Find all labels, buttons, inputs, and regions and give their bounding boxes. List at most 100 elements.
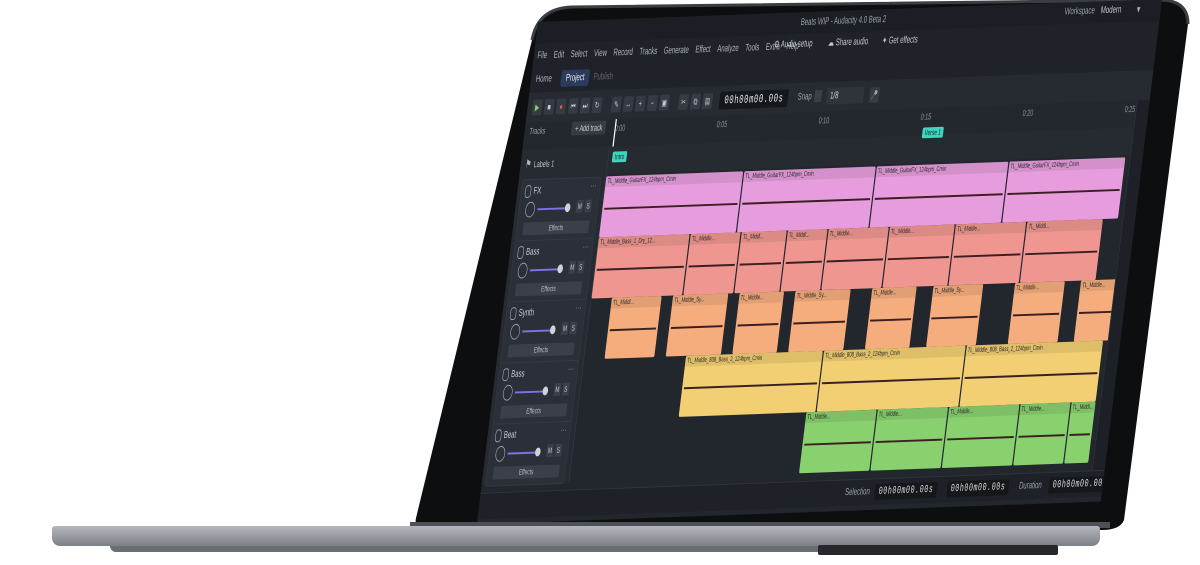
clip-title[interactable]: TL_Middl...: [740, 230, 787, 244]
audio-clip[interactable]: TL_Middle_GuitarFX_124bpm_Cmin: [869, 161, 1009, 228]
more-options-icon[interactable]: ···: [560, 425, 567, 436]
loop-icon[interactable]: ↻: [591, 97, 603, 114]
record-icon[interactable]: ●: [555, 98, 567, 115]
skip-forward-icon[interactable]: ⏭: [579, 97, 591, 114]
draw-tool-icon[interactable]: ✎: [610, 96, 623, 113]
mute-button[interactable]: M: [575, 199, 584, 213]
skip-back-icon[interactable]: ⏮: [567, 97, 579, 115]
audio-clip[interactable]: TL_Middle_Sy...: [665, 293, 729, 357]
share-audio-button[interactable]: ☁ Share audio: [827, 36, 868, 48]
solo-button[interactable]: S: [561, 382, 570, 396]
track-header-bass[interactable]: Bass ··· M S Effects: [492, 359, 580, 426]
label-marker[interactable]: Verse 1: [921, 126, 945, 139]
get-effects-button[interactable]: ✦ Get effects: [881, 35, 918, 47]
clip-title[interactable]: TL_Middle...: [954, 221, 1027, 236]
audio-clip[interactable]: TL_Middle_808_Bass_2_124bpm_Cmin: [959, 340, 1104, 407]
audio-clip[interactable]: TL_Middle_808_Bass_2_124bpm_Cmin: [678, 350, 823, 417]
label-marker[interactable]: Intro: [611, 151, 628, 163]
clip-title[interactable]: TL_Middle...: [870, 286, 917, 300]
audio-clip[interactable]: TL_Middle...: [1012, 402, 1071, 466]
pan-knob[interactable]: [494, 445, 507, 462]
volume-slider[interactable]: [537, 207, 568, 211]
more-options-icon[interactable]: ···: [575, 303, 582, 314]
audio-clip[interactable]: TL_Middle...: [948, 221, 1027, 286]
menu-item-view[interactable]: View: [593, 48, 607, 59]
clip-title[interactable]: TL_Middle...: [876, 407, 948, 421]
cut-icon[interactable]: ✂: [677, 93, 690, 111]
mute-button[interactable]: M: [568, 260, 577, 274]
clip-title[interactable]: TL_Middle_Bass_1_Dry_12...: [597, 234, 690, 249]
pan-knob[interactable]: [502, 384, 514, 401]
audio-clip[interactable]: TL_Middle_Sy...: [925, 284, 984, 348]
more-options-icon[interactable]: ···: [567, 364, 574, 375]
audio-clip[interactable]: TL_Middle...: [1007, 281, 1065, 345]
clip-title[interactable]: TL_Middl...: [1026, 218, 1103, 233]
clip-title[interactable]: TL_Middle...: [1013, 281, 1065, 294]
more-options-icon[interactable]: ···: [590, 181, 597, 192]
main-timecode[interactable]: 00h00m00.00s: [718, 89, 790, 110]
snap-select[interactable]: 1/8: [825, 86, 865, 105]
track-header-beat[interactable]: Beat ··· M S Effects: [484, 420, 572, 487]
audio-clip[interactable]: TL_Middl...: [1019, 218, 1103, 283]
solo-button[interactable]: S: [554, 443, 563, 457]
zoom-out-icon[interactable]: −: [646, 95, 659, 112]
zoom-fit-icon[interactable]: ▣: [658, 94, 671, 111]
solo-button[interactable]: S: [569, 321, 578, 335]
selection-start[interactable]: 00h00m00.00s: [874, 481, 938, 500]
volume-slider-thumb[interactable]: [534, 447, 542, 457]
add-track-button[interactable]: + Add track: [570, 120, 607, 136]
clip-title[interactable]: TL_Middle...: [827, 226, 889, 240]
audio-clip[interactable]: TL_Middle_Sy...: [788, 289, 851, 353]
mute-button[interactable]: M: [560, 321, 569, 335]
audio-clip[interactable]: TL_Middle...: [864, 286, 917, 350]
chevron-down-icon[interactable]: ▾: [1136, 3, 1141, 16]
menu-item-tracks[interactable]: Tracks: [639, 46, 658, 57]
clip-title[interactable]: TL_Middle...: [947, 404, 1020, 418]
mute-button[interactable]: M: [553, 382, 562, 397]
volume-slider-thumb[interactable]: [542, 386, 549, 396]
volume-slider[interactable]: [522, 329, 553, 333]
microphone-icon[interactable]: 🎤: [868, 86, 881, 104]
track-header-fx[interactable]: FX ··· M S Effects: [514, 176, 602, 243]
tab-project[interactable]: Project: [559, 69, 591, 87]
stop-icon[interactable]: ■: [543, 98, 555, 115]
solo-button[interactable]: S: [584, 199, 593, 213]
volume-slider-thumb[interactable]: [564, 203, 571, 213]
effects-button[interactable]: Effects: [507, 342, 575, 358]
more-options-icon[interactable]: ···: [582, 242, 589, 253]
audio-clip[interactable]: TL_Middle_GuitarFX_124bpm_Cmin: [736, 166, 876, 233]
clip-title[interactable]: TL_Middl...: [786, 229, 828, 242]
track-name[interactable]: Beat: [503, 430, 517, 441]
solo-button[interactable]: S: [576, 260, 585, 274]
audio-clip[interactable]: TL_Middl...: [604, 295, 662, 359]
trim-tool-icon[interactable]: ↔: [622, 95, 635, 113]
menu-item-effect[interactable]: Effect: [695, 44, 712, 55]
track-header-synth[interactable]: Synth ··· M S Effects: [499, 298, 587, 365]
audio-setup-button[interactable]: ⚙ Audio setup: [773, 38, 813, 50]
clip-title[interactable]: TL_Middle...: [689, 232, 741, 245]
clip-title[interactable]: TL_Middle_GuitarFX_124bpm_Cmin: [1007, 157, 1126, 173]
effects-button[interactable]: Effects: [499, 403, 568, 419]
track-name[interactable]: Bass: [511, 369, 526, 380]
audio-clip[interactable]: TL_Middle...: [731, 291, 785, 355]
menu-item-generate[interactable]: Generate: [663, 45, 689, 57]
effects-button[interactable]: Effects: [522, 220, 590, 236]
snap-checkbox[interactable]: [813, 90, 823, 103]
menu-item-edit[interactable]: Edit: [553, 49, 565, 60]
audio-clip[interactable]: TL_Middle...: [882, 224, 955, 288]
menu-item-record[interactable]: Record: [613, 47, 634, 59]
copy-icon[interactable]: ⧉: [689, 93, 702, 110]
audio-clip[interactable]: TL_Middl...: [780, 229, 828, 292]
clip-title[interactable]: TL_Middle...: [738, 291, 785, 304]
audio-clip[interactable]: TL_Middle...: [821, 226, 889, 291]
clip-title[interactable]: TL_Middle_GuitarFX_124bpm_Cmin: [875, 161, 1009, 178]
track-name[interactable]: Bass: [525, 246, 540, 257]
selection-end[interactable]: 00h00m00.00s: [946, 479, 1010, 498]
audio-clip[interactable]: TL_Middle_808_Bass_2_124bpm_Cmin: [816, 345, 966, 412]
clip-title[interactable]: TL_Middle_Sy...: [794, 289, 851, 302]
pan-knob[interactable]: [516, 262, 529, 279]
audio-clip[interactable]: TL_Middle_GuitarFX_124bpm_Cmin: [1001, 157, 1126, 223]
audio-clip[interactable]: TL_Middle_GuitarFX_124bpm_Cmin: [598, 171, 743, 238]
clip-title[interactable]: TL_Middl...: [1070, 401, 1096, 414]
effects-button[interactable]: Effects: [514, 281, 583, 297]
